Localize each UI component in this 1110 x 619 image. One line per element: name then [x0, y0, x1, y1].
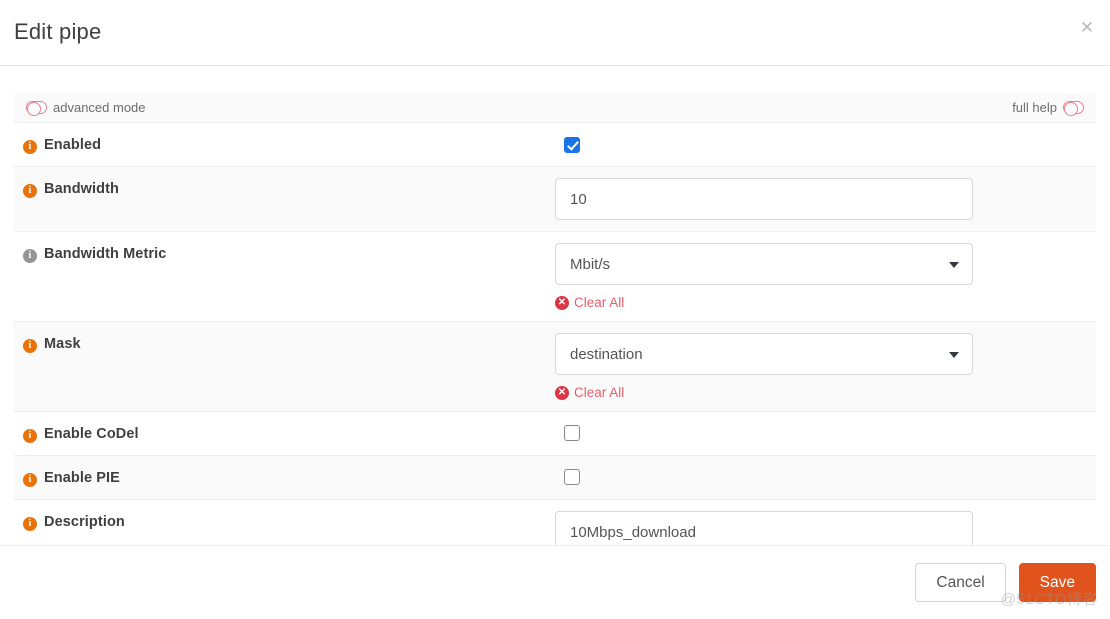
dialog-footer: Cancel Save	[0, 545, 1110, 619]
cancel-button[interactable]: Cancel	[915, 563, 1006, 602]
info-icon[interactable]: i	[23, 429, 37, 443]
advanced-mode-label: advanced mode	[53, 100, 146, 115]
table-row-enable-codel: i Enable CoDel	[14, 411, 1096, 456]
select-value: Mbit/s	[570, 255, 611, 273]
edit-pipe-dialog: Edit pipe ✕ advanced mode full help i En…	[0, 0, 1110, 619]
table-row-enabled: i Enabled	[14, 122, 1096, 167]
field-label-description: i Description	[14, 500, 555, 543]
label-text: Bandwidth	[44, 181, 120, 197]
dialog-body: advanced mode full help i Enabled i Band…	[0, 66, 1110, 565]
clear-all-label: Clear All	[574, 385, 625, 400]
label-text: Enable CoDel	[44, 426, 139, 442]
clear-all-mask[interactable]: ✕ Clear All	[555, 385, 624, 400]
bandwidth-metric-select[interactable]: Mbit/s	[555, 243, 973, 285]
chevron-down-icon[interactable]	[949, 352, 959, 358]
dialog-header: Edit pipe ✕	[0, 0, 1110, 66]
table-row-bandwidth: i Bandwidth	[14, 166, 1096, 232]
toggle-switch-icon[interactable]	[26, 101, 47, 116]
field-label-mask: i Mask	[14, 322, 555, 365]
label-text: Bandwidth Metric	[44, 246, 167, 262]
field-label-bandwidth-metric: i Bandwidth Metric	[14, 232, 555, 275]
select-value: destination	[570, 345, 643, 363]
table-row-mask: i Mask destination ✕ Clear All	[14, 321, 1096, 412]
full-help-toggle[interactable]: full help	[1012, 100, 1084, 116]
label-text: Mask	[44, 336, 81, 352]
mask-select[interactable]: destination	[555, 333, 973, 375]
info-icon[interactable]: i	[23, 517, 37, 531]
label-text: Enable PIE	[44, 470, 120, 486]
close-circle-icon: ✕	[555, 295, 569, 310]
full-help-label: full help	[1012, 100, 1057, 115]
bandwidth-input[interactable]	[555, 178, 973, 220]
table-row-enable-pie: i Enable PIE	[14, 455, 1096, 500]
enable-pie-checkbox[interactable]	[564, 468, 580, 485]
advanced-mode-bar: advanced mode full help	[26, 100, 1084, 116]
chevron-down-icon[interactable]	[949, 262, 959, 268]
enabled-checkbox[interactable]	[564, 136, 580, 153]
field-label-enable-codel: i Enable CoDel	[14, 412, 555, 455]
field-label-enabled: i Enabled	[14, 123, 555, 166]
save-button[interactable]: Save	[1018, 563, 1096, 602]
info-icon[interactable]: i	[23, 339, 37, 353]
close-icon[interactable]: ✕	[1074, 14, 1100, 40]
info-icon[interactable]: i	[23, 249, 37, 263]
close-circle-icon: ✕	[555, 385, 569, 400]
label-text: Enabled	[44, 137, 102, 153]
enable-codel-checkbox[interactable]	[564, 424, 580, 441]
pipe-settings-table: advanced mode full help i Enabled i Band…	[14, 93, 1096, 565]
toggle-switch-icon[interactable]	[1063, 101, 1084, 116]
table-row-bandwidth-metric: i Bandwidth Metric Mbit/s ✕ Clear All	[14, 231, 1096, 322]
clear-all-label: Clear All	[574, 295, 625, 310]
info-icon[interactable]: i	[23, 184, 37, 198]
label-text: Description	[44, 514, 125, 530]
clear-all-bandwidth-metric[interactable]: ✕ Clear All	[555, 295, 624, 310]
page-title: Edit pipe	[14, 19, 102, 44]
field-label-bandwidth: i Bandwidth	[14, 167, 555, 210]
advanced-mode-toggle[interactable]: advanced mode	[26, 100, 146, 116]
info-icon[interactable]: i	[23, 473, 37, 487]
table-row-advanced-mode: advanced mode full help	[14, 93, 1096, 123]
field-label-enable-pie: i Enable PIE	[14, 456, 555, 499]
info-icon[interactable]: i	[23, 140, 37, 154]
